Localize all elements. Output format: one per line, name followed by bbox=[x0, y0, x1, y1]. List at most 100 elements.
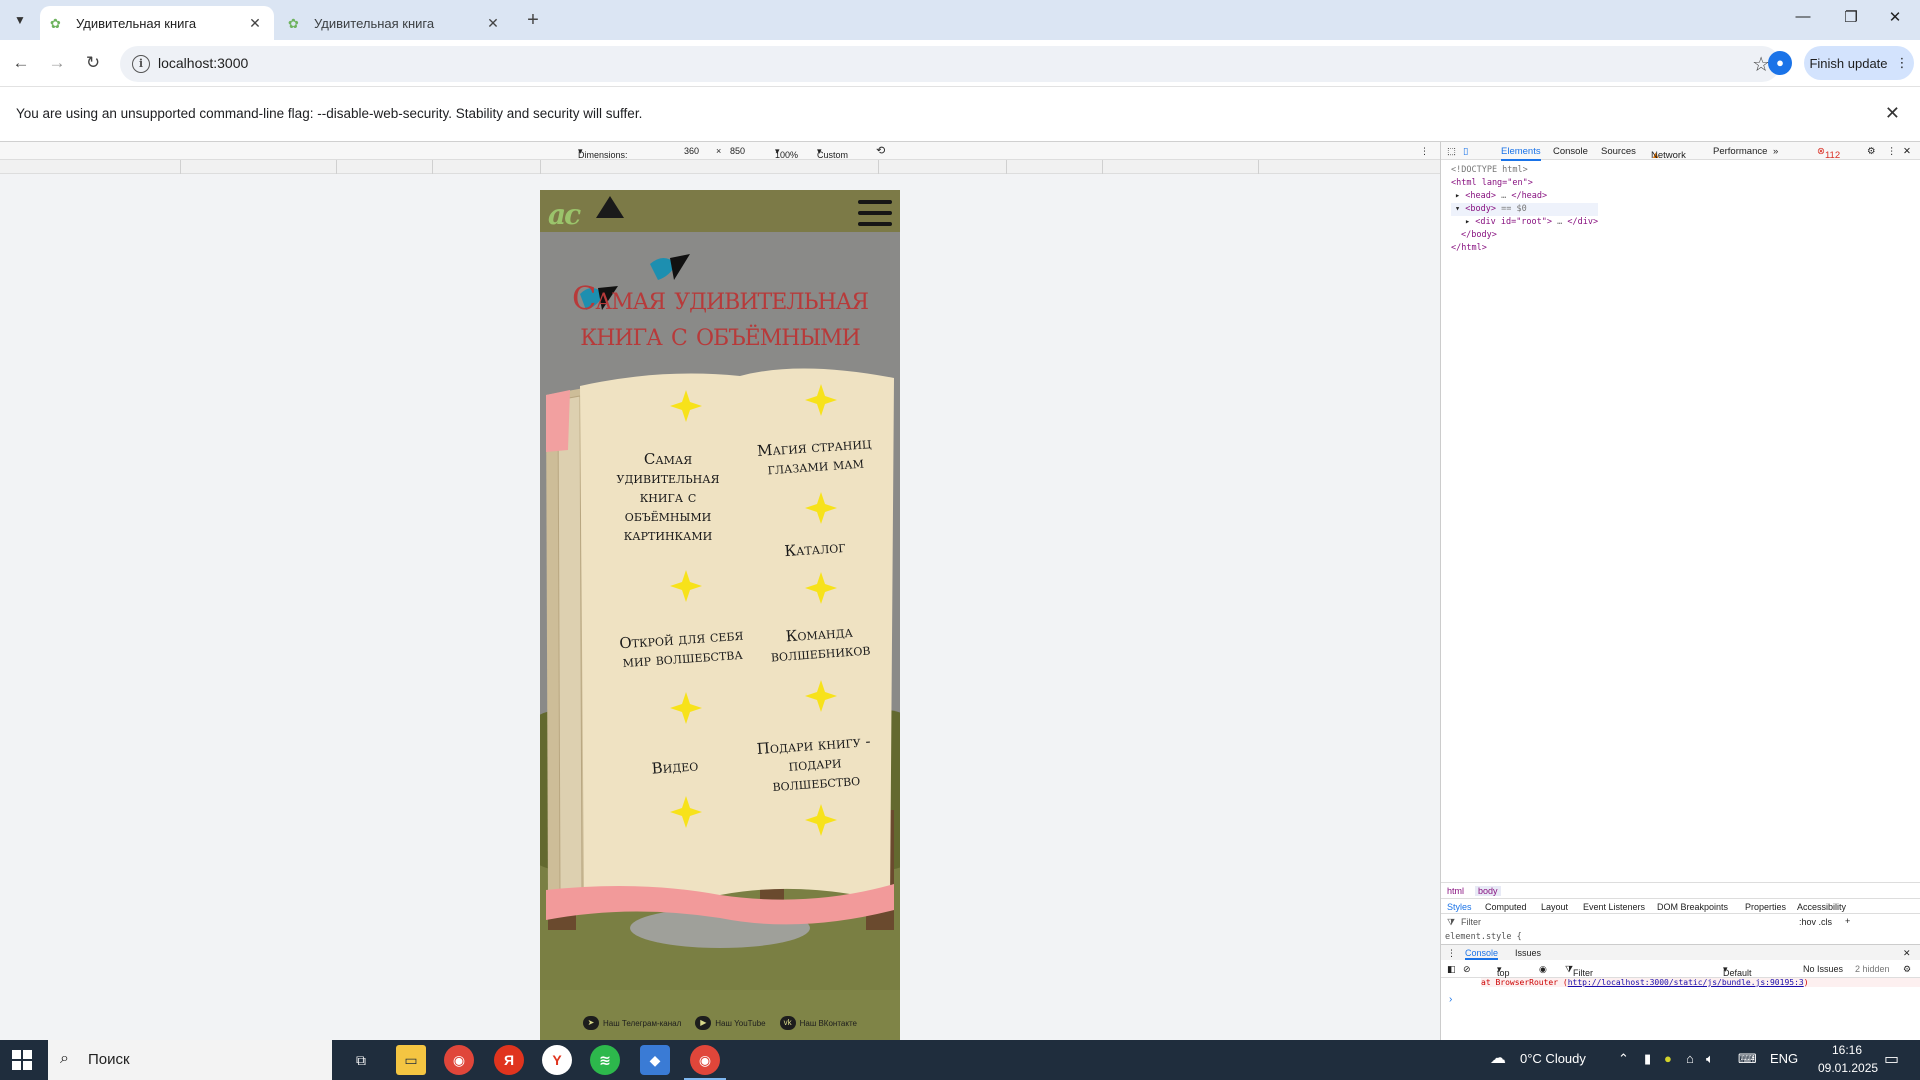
sidebar-toggle-icon[interactable]: ◧ bbox=[1447, 964, 1456, 975]
drawer-close-icon[interactable]: ✕ bbox=[1903, 948, 1911, 959]
taskbar-search[interactable]: ⌕ Поиск bbox=[48, 1040, 332, 1080]
zoom-select[interactable]: 100% ▾ bbox=[775, 146, 798, 160]
tab-dom-breakpoints[interactable]: DOM Breakpoints bbox=[1657, 902, 1728, 912]
drawer-tab-console[interactable]: Console bbox=[1465, 948, 1499, 960]
tab-sources[interactable]: Sources bbox=[1601, 146, 1636, 157]
breadcrumb-body[interactable]: body bbox=[1475, 886, 1501, 896]
dom-body-close[interactable]: </body> bbox=[1451, 229, 1598, 242]
close-tab-icon[interactable]: ✕ bbox=[246, 15, 264, 32]
settings-gear-icon[interactable]: ⚙ bbox=[1867, 146, 1876, 157]
inspect-icon[interactable]: ⬚ bbox=[1447, 146, 1456, 157]
footer-link-telegram[interactable]: ➤ Наш Телеграм-канал bbox=[583, 1016, 681, 1030]
width-input[interactable]: 360 bbox=[684, 146, 699, 156]
infobar-close-icon[interactable]: ✕ bbox=[1885, 103, 1900, 124]
weather-text[interactable]: 0°C Cloudy bbox=[1520, 1051, 1586, 1066]
close-window-icon[interactable]: ✕ bbox=[1880, 8, 1910, 26]
tray-app-icon[interactable]: ▮ bbox=[1644, 1051, 1651, 1067]
breadcrumb-html[interactable]: html bbox=[1447, 886, 1464, 896]
dimensions-select[interactable]: Dimensions: Momil ▾ bbox=[578, 146, 628, 170]
forward-icon[interactable]: → bbox=[46, 52, 68, 74]
keyboard-icon[interactable]: ⌨ bbox=[1738, 1051, 1757, 1067]
site-logo[interactable]: ac bbox=[548, 198, 581, 231]
file-explorer-icon[interactable]: ▭ bbox=[396, 1045, 426, 1075]
reload-icon[interactable]: ↻ bbox=[82, 52, 104, 74]
finish-update-button[interactable]: Finish update ⋮ bbox=[1804, 46, 1914, 80]
url-text[interactable]: localhost:3000 bbox=[158, 55, 248, 71]
tab-performance[interactable]: Performance bbox=[1713, 146, 1767, 157]
back-icon[interactable]: ← bbox=[10, 52, 32, 74]
chrome-icon[interactable]: ◉ bbox=[444, 1045, 474, 1075]
footer-link-vk[interactable]: vk Наш ВКонтакте bbox=[779, 1016, 857, 1030]
yandex-browser-icon[interactable]: Y bbox=[542, 1045, 572, 1075]
more-tabs-icon[interactable]: » bbox=[1773, 146, 1778, 157]
address-bar[interactable]: i localhost:3000 ☆ bbox=[120, 46, 1780, 82]
dom-body-row[interactable]: ▾ <body> == $0 bbox=[1451, 203, 1599, 216]
tab-event-listeners[interactable]: Event Listeners bbox=[1583, 902, 1645, 912]
new-rule-icon[interactable]: + bbox=[1845, 916, 1850, 926]
devtools-close-icon[interactable]: ✕ bbox=[1903, 146, 1911, 157]
site-info-icon[interactable]: i bbox=[132, 55, 150, 73]
search-input[interactable]: Поиск bbox=[88, 1051, 130, 1068]
yandex-icon[interactable]: Я bbox=[494, 1045, 524, 1075]
task-view-icon[interactable]: ⧉ bbox=[346, 1045, 376, 1075]
element-style-rule[interactable]: element.style { bbox=[1445, 932, 1522, 942]
nav-item-book[interactable]: Самая удивительная книга с объёмными кар… bbox=[610, 450, 726, 545]
context-select[interactable]: top ▾ bbox=[1497, 964, 1510, 978]
tray-chevron-icon[interactable]: ⌃ bbox=[1618, 1051, 1629, 1067]
tab-styles[interactable]: Styles bbox=[1447, 902, 1472, 912]
error-count-badge[interactable]: ⊗ 112 bbox=[1817, 146, 1840, 161]
tab-elements[interactable]: Elements bbox=[1501, 146, 1541, 161]
live-expression-icon[interactable]: ◉ bbox=[1539, 964, 1547, 975]
footer-link-youtube[interactable]: ▶ Наш YouTube bbox=[695, 1016, 766, 1030]
drawer-tab-issues[interactable]: Issues bbox=[1515, 948, 1541, 958]
tray-yandex-icon[interactable]: ● bbox=[1664, 1051, 1672, 1066]
hamburger-menu-icon[interactable] bbox=[858, 200, 892, 230]
windows-start-icon[interactable] bbox=[12, 1050, 32, 1070]
dom-html[interactable]: <html lang="en"> bbox=[1451, 177, 1598, 190]
console-prompt[interactable]: › bbox=[1449, 994, 1452, 1005]
browser-tab[interactable]: ✿ Удивительная книга ✕ bbox=[278, 6, 512, 40]
clock-date[interactable]: 09.01.2025 bbox=[1818, 1061, 1878, 1075]
dom-root-row[interactable]: ▸ <div id="root"> … </div> bbox=[1451, 216, 1598, 229]
chrome-active-icon[interactable]: ◉ bbox=[684, 1045, 726, 1080]
console-filter-input[interactable]: ⧩ Filter bbox=[1565, 964, 1593, 978]
device-more-icon[interactable]: ⋮ bbox=[1420, 146, 1429, 157]
restore-icon[interactable]: ❐ bbox=[1836, 8, 1866, 26]
height-input[interactable]: 850 bbox=[730, 146, 745, 156]
dom-html-close[interactable]: </html> bbox=[1451, 242, 1598, 255]
dom-head-row[interactable]: ▸ <head> … </head> bbox=[1451, 190, 1598, 203]
drawer-menu-icon[interactable]: ⋮ bbox=[1447, 948, 1456, 959]
clock-time[interactable]: 16:16 bbox=[1832, 1043, 1862, 1057]
device-toggle-icon[interactable]: ▯ bbox=[1463, 146, 1468, 157]
throttle-select[interactable]: Custom ▾ bbox=[817, 146, 848, 160]
issues-count[interactable]: No Issues bbox=[1803, 964, 1843, 974]
levels-select[interactable]: Default levels ▾ bbox=[1723, 964, 1752, 988]
console-settings-icon[interactable]: ⚙ bbox=[1903, 964, 1911, 975]
minimize-icon[interactable]: — bbox=[1788, 8, 1818, 25]
tab-search-button[interactable]: ▼ bbox=[8, 8, 32, 32]
tab-layout[interactable]: Layout bbox=[1541, 902, 1568, 912]
devtools-panel: ⬚ ▯ Elements Console Sources ▲ Network P… bbox=[1440, 142, 1920, 1040]
hov-cls-toggles[interactable]: :hov .cls bbox=[1799, 917, 1832, 927]
profile-avatar-icon[interactable]: ● bbox=[1768, 51, 1792, 75]
spotify-icon[interactable]: ≋ bbox=[590, 1045, 620, 1075]
notifications-icon[interactable]: ▭ bbox=[1884, 1049, 1899, 1069]
browser-tab-active[interactable]: ✿ Удивительная книга ✕ bbox=[40, 6, 274, 40]
clear-console-icon[interactable]: ⊘ bbox=[1463, 964, 1471, 975]
new-tab-button[interactable]: + bbox=[520, 8, 546, 34]
tab-properties[interactable]: Properties bbox=[1745, 902, 1786, 912]
volume-icon[interactable]: 🔈︎ bbox=[1706, 1051, 1714, 1067]
tab-accessibility[interactable]: Accessibility bbox=[1797, 902, 1846, 912]
network-icon[interactable]: ⌂ bbox=[1686, 1051, 1694, 1066]
dom-doctype[interactable]: <!DOCTYPE html> bbox=[1451, 164, 1598, 177]
vscode-icon[interactable]: ◆ bbox=[640, 1045, 670, 1075]
language-indicator[interactable]: ENG bbox=[1770, 1051, 1798, 1066]
tab-console[interactable]: Console bbox=[1553, 146, 1588, 157]
console-source-link[interactable]: http://localhost:3000/static/js/bundle.j… bbox=[1568, 978, 1804, 987]
rotate-icon[interactable]: ⟲ bbox=[876, 144, 885, 157]
nav-item-gift[interactable]: Подари книгу - подари волшебство bbox=[748, 732, 882, 798]
devtools-menu-icon[interactable]: ⋮ bbox=[1887, 146, 1897, 157]
styles-filter-input[interactable]: Filter bbox=[1461, 917, 1481, 927]
close-tab-icon[interactable]: ✕ bbox=[484, 15, 502, 32]
tab-computed[interactable]: Computed bbox=[1485, 902, 1527, 912]
